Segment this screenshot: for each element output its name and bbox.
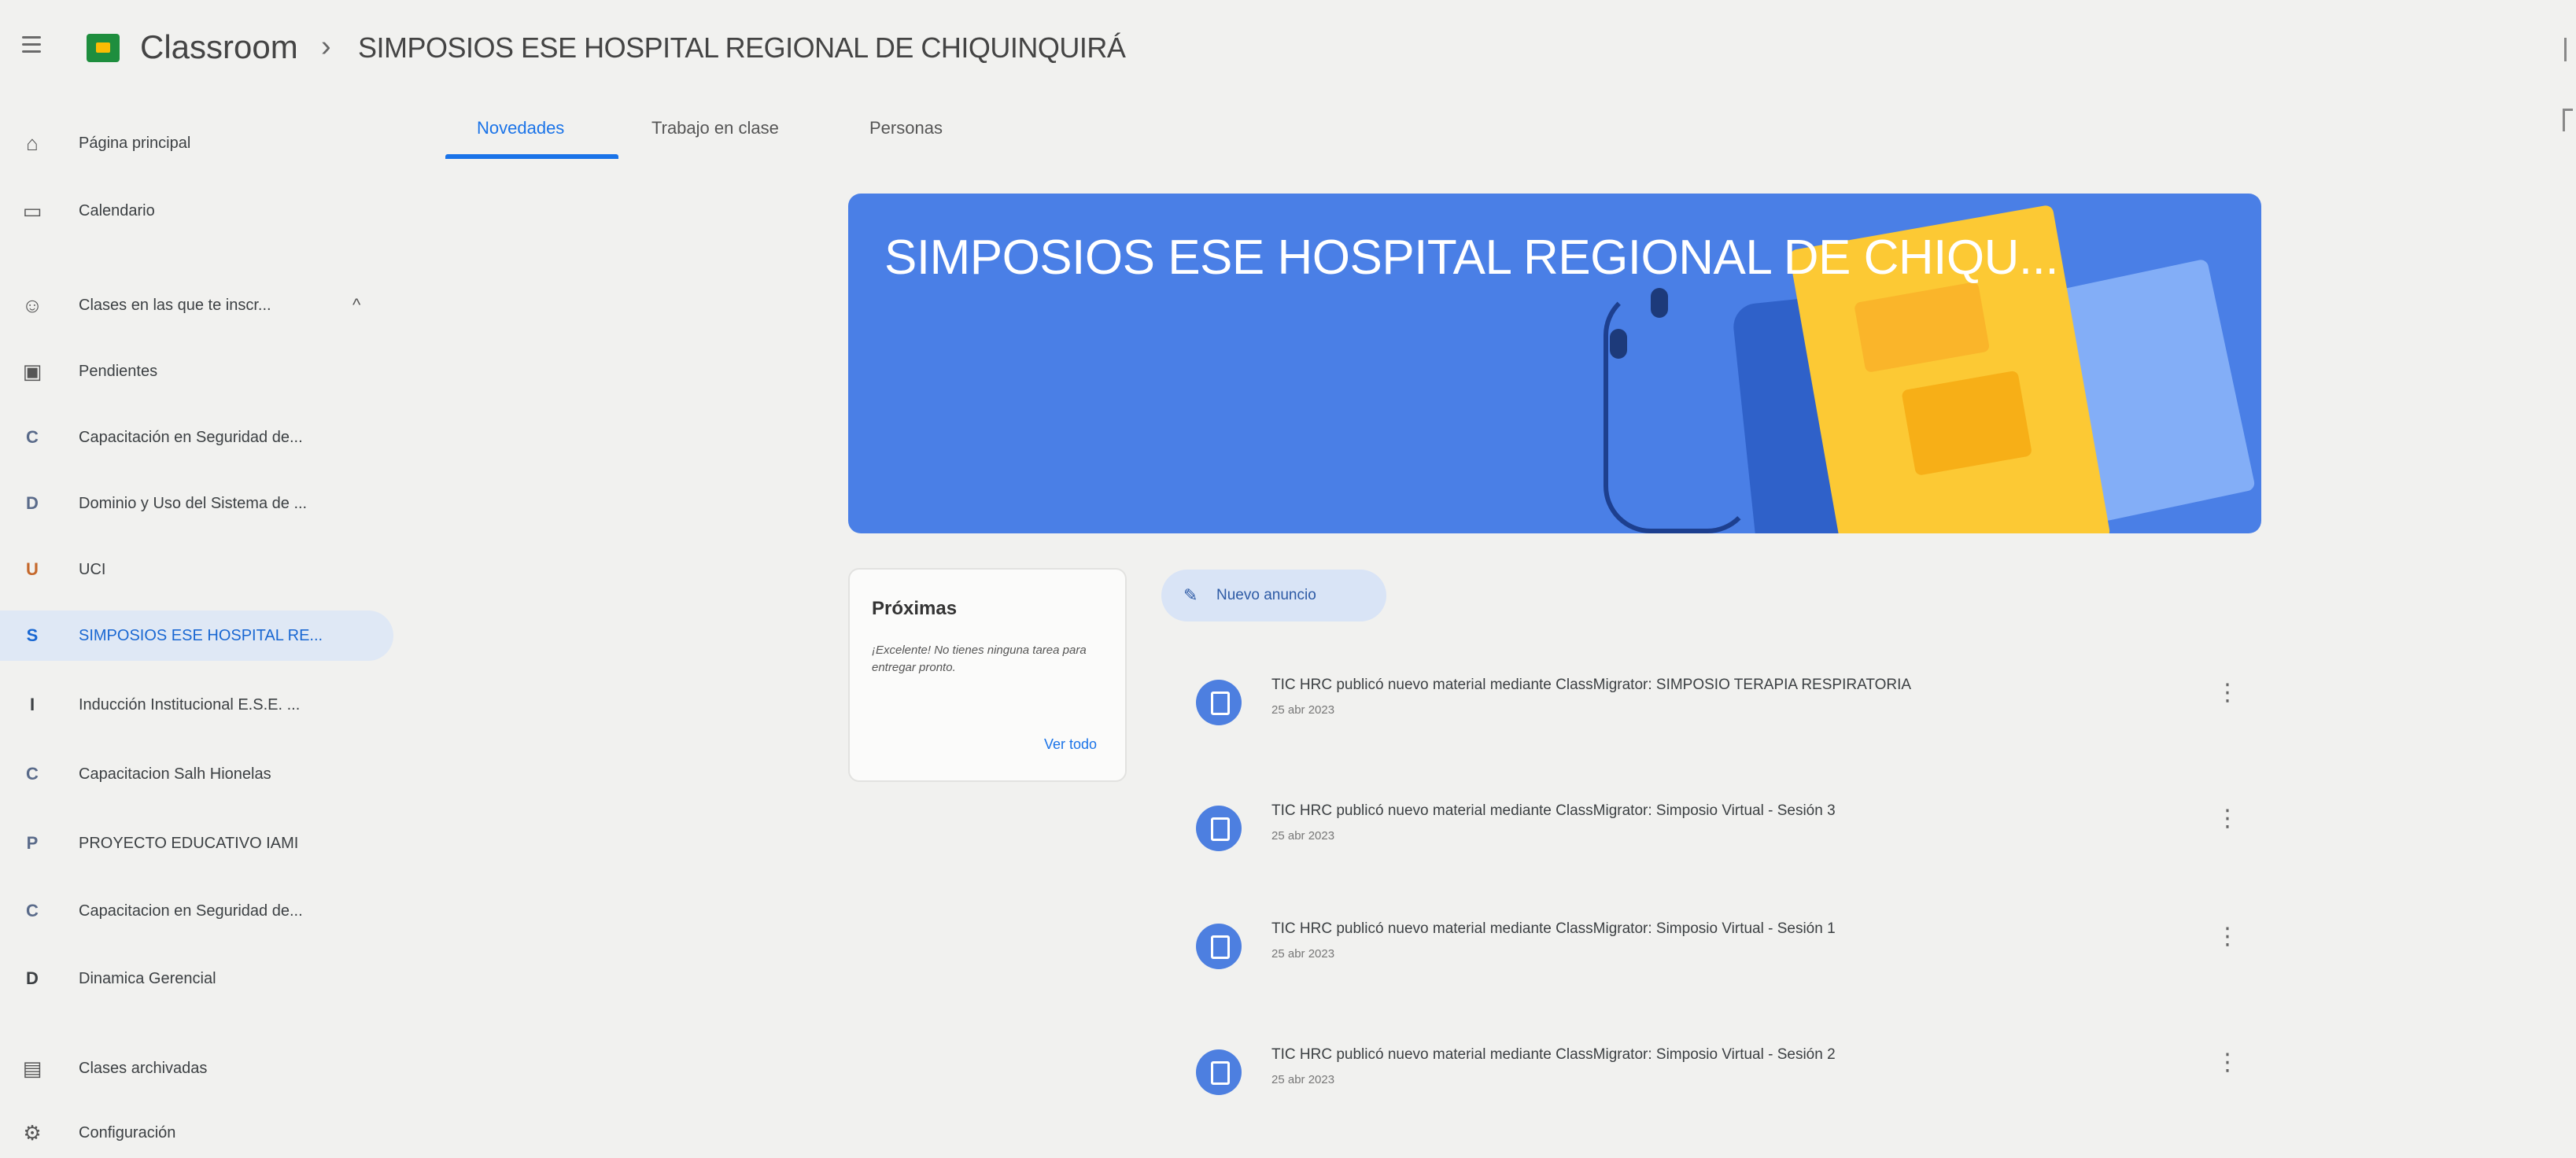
post-text: TIC HRC publicó nuevo material mediante … [1271,677,1912,693]
sidebar-item-calendar[interactable]: ▭ Calendario [0,186,409,236]
sidebar-item-label: Dominio y Uso del Sistema de ... [79,494,308,512]
sidebar-item-label: Dinamica Gerencial [79,969,216,987]
sidebar-item-label: Capacitación en Seguridad de... [79,428,303,446]
view-all-link[interactable]: Ver todo [1044,736,1097,753]
post-text: TIC HRC publicó nuevo material mediante … [1271,802,1836,819]
sidebar-item-home[interactable]: ⌂ Página principal [0,118,409,168]
post-date: 25 abr 2023 [1271,703,1335,717]
archive-icon: ▤ [22,1056,42,1080]
active-tab-indicator [445,154,618,159]
stream-post[interactable]: TIC HRC publicó nuevo material mediante … [1163,1023,2261,1125]
apps-icon[interactable] [2564,38,2574,61]
tab-classwork[interactable]: Trabajo en clase [651,118,779,138]
sidebar-item-class[interactable]: I Inducción Institucional E.S.E. ... [0,680,409,730]
sidebar: ⌂ Página principal ▭ Calendario ☺ Clases… [0,118,409,1153]
stream-post[interactable]: TIC HRC publicó nuevo material mediante … [1163,653,2261,755]
earbud-icon [1610,329,1627,359]
settings-corner-icon[interactable] [2563,109,2573,131]
class-initial: C [26,764,39,784]
class-initial: D [26,968,39,988]
sidebar-item-pending[interactable]: ▣ Pendientes [0,346,409,396]
sidebar-item-class-selected[interactable]: S SIMPOSIOS ESE HOSPITAL RE... [0,610,393,661]
material-avatar-icon [1196,924,1242,969]
upcoming-message: ¡Excelente! No tienes ninguna tarea para… [872,644,1087,674]
sidebar-item-label: Clases en las que te inscr... [79,296,271,314]
sidebar-item-archived[interactable]: ▤ Clases archivadas [0,1043,409,1093]
sidebar-item-label: Clases archivadas [79,1059,208,1077]
class-initial: U [26,559,39,579]
stream-post[interactable]: TIC HRC publicó nuevo material mediante … [1163,779,2261,881]
earbud-icon [1651,288,1668,318]
sidebar-item-class[interactable]: D Dinamica Gerencial [0,953,409,1004]
sidebar-item-label: Capacitacion Salh Hionelas [79,765,271,783]
more-options-icon[interactable]: ⋮ [2216,925,2239,949]
school-icon: ☺ [21,293,43,317]
class-initial: C [26,901,39,920]
tab-stream[interactable]: Novedades [477,118,564,138]
sidebar-item-label: Página principal [79,134,191,152]
gear-icon: ⚙ [23,1120,42,1145]
breadcrumb-separator-icon: › [321,30,331,63]
sidebar-item-class[interactable]: C Capacitación en Seguridad de... [0,412,409,463]
banner-illustration-headphones [1604,288,1755,533]
post-date: 25 abr 2023 [1271,829,1335,843]
sidebar-item-class[interactable]: C Capacitacion en Seguridad de... [0,886,409,936]
material-avatar-icon [1196,806,1242,851]
breadcrumb-course-title: SIMPOSIOS ESE HOSPITAL REGIONAL DE CHIQU… [358,31,1126,64]
more-options-icon[interactable]: ⋮ [2216,681,2239,705]
new-announcement-label: Nuevo anuncio [1216,587,1316,603]
sidebar-item-label: Pendientes [79,362,158,380]
home-icon: ⌂ [26,131,39,155]
upcoming-title: Próximas [872,598,958,619]
new-announcement-button[interactable]: ✎ Nuevo anuncio [1161,570,1386,621]
sidebar-item-settings[interactable]: ⚙ Configuración [0,1108,409,1158]
calendar-icon: ▭ [22,198,42,223]
sidebar-item-class[interactable]: C Capacitacion Salh Hionelas [0,749,409,799]
sidebar-item-enrolled[interactable]: ☺ Clases en las que te inscr... ^ [0,280,409,330]
post-date: 25 abr 2023 [1271,1073,1335,1086]
sidebar-item-class[interactable]: D Dominio y Uso del Sistema de ... [0,478,409,529]
material-avatar-icon [1196,680,1242,725]
sidebar-item-label: UCI [79,560,106,578]
sidebar-item-label: Capacitacion en Seguridad de... [79,902,303,920]
app-title[interactable]: Classroom [140,28,298,66]
sidebar-item-label: Calendario [79,201,155,219]
post-text: TIC HRC publicó nuevo material mediante … [1271,920,1836,937]
main-menu-icon[interactable] [22,36,41,53]
upcoming-card: Próximas ¡Excelente! No tienes ninguna t… [848,568,1127,782]
stream-post[interactable]: TIC HRC publicó nuevo material mediante … [1163,897,2261,999]
more-options-icon[interactable]: ⋮ [2216,807,2239,831]
post-text: TIC HRC publicó nuevo material mediante … [1271,1046,1836,1063]
course-banner: SIMPOSIOS ESE HOSPITAL REGIONAL DE CHIQU… [848,194,2261,533]
sidebar-item-label: Inducción Institucional E.S.E. ... [79,695,301,714]
sidebar-item-class[interactable]: U UCI [0,544,409,595]
class-initial: P [26,833,39,853]
tab-people[interactable]: Personas [869,118,943,138]
sidebar-item-label: SIMPOSIOS ESE HOSPITAL RE... [79,626,323,644]
top-bar: Classroom › SIMPOSIOS ESE HOSPITAL REGIO… [0,0,2576,131]
class-initial: C [26,427,39,447]
class-initial: D [26,493,39,513]
class-initial: I [29,695,35,714]
classroom-logo-icon[interactable] [87,34,120,62]
pending-icon: ▣ [22,359,42,383]
more-options-icon[interactable]: ⋮ [2216,1051,2239,1075]
sidebar-item-label: PROYECTO EDUCATIVO IAMI [79,834,299,852]
banner-course-title: SIMPOSIOS ESE HOSPITAL REGIONAL DE CHIQU… [884,230,2059,285]
pencil-icon: ✎ [1183,585,1198,605]
sidebar-item-label: Configuración [79,1123,176,1141]
sidebar-item-class[interactable]: P PROYECTO EDUCATIVO IAMI [0,818,409,868]
chevron-up-icon[interactable]: ^ [352,295,360,315]
class-initial: S [26,625,39,645]
material-avatar-icon [1196,1049,1242,1095]
post-date: 25 abr 2023 [1271,947,1335,961]
